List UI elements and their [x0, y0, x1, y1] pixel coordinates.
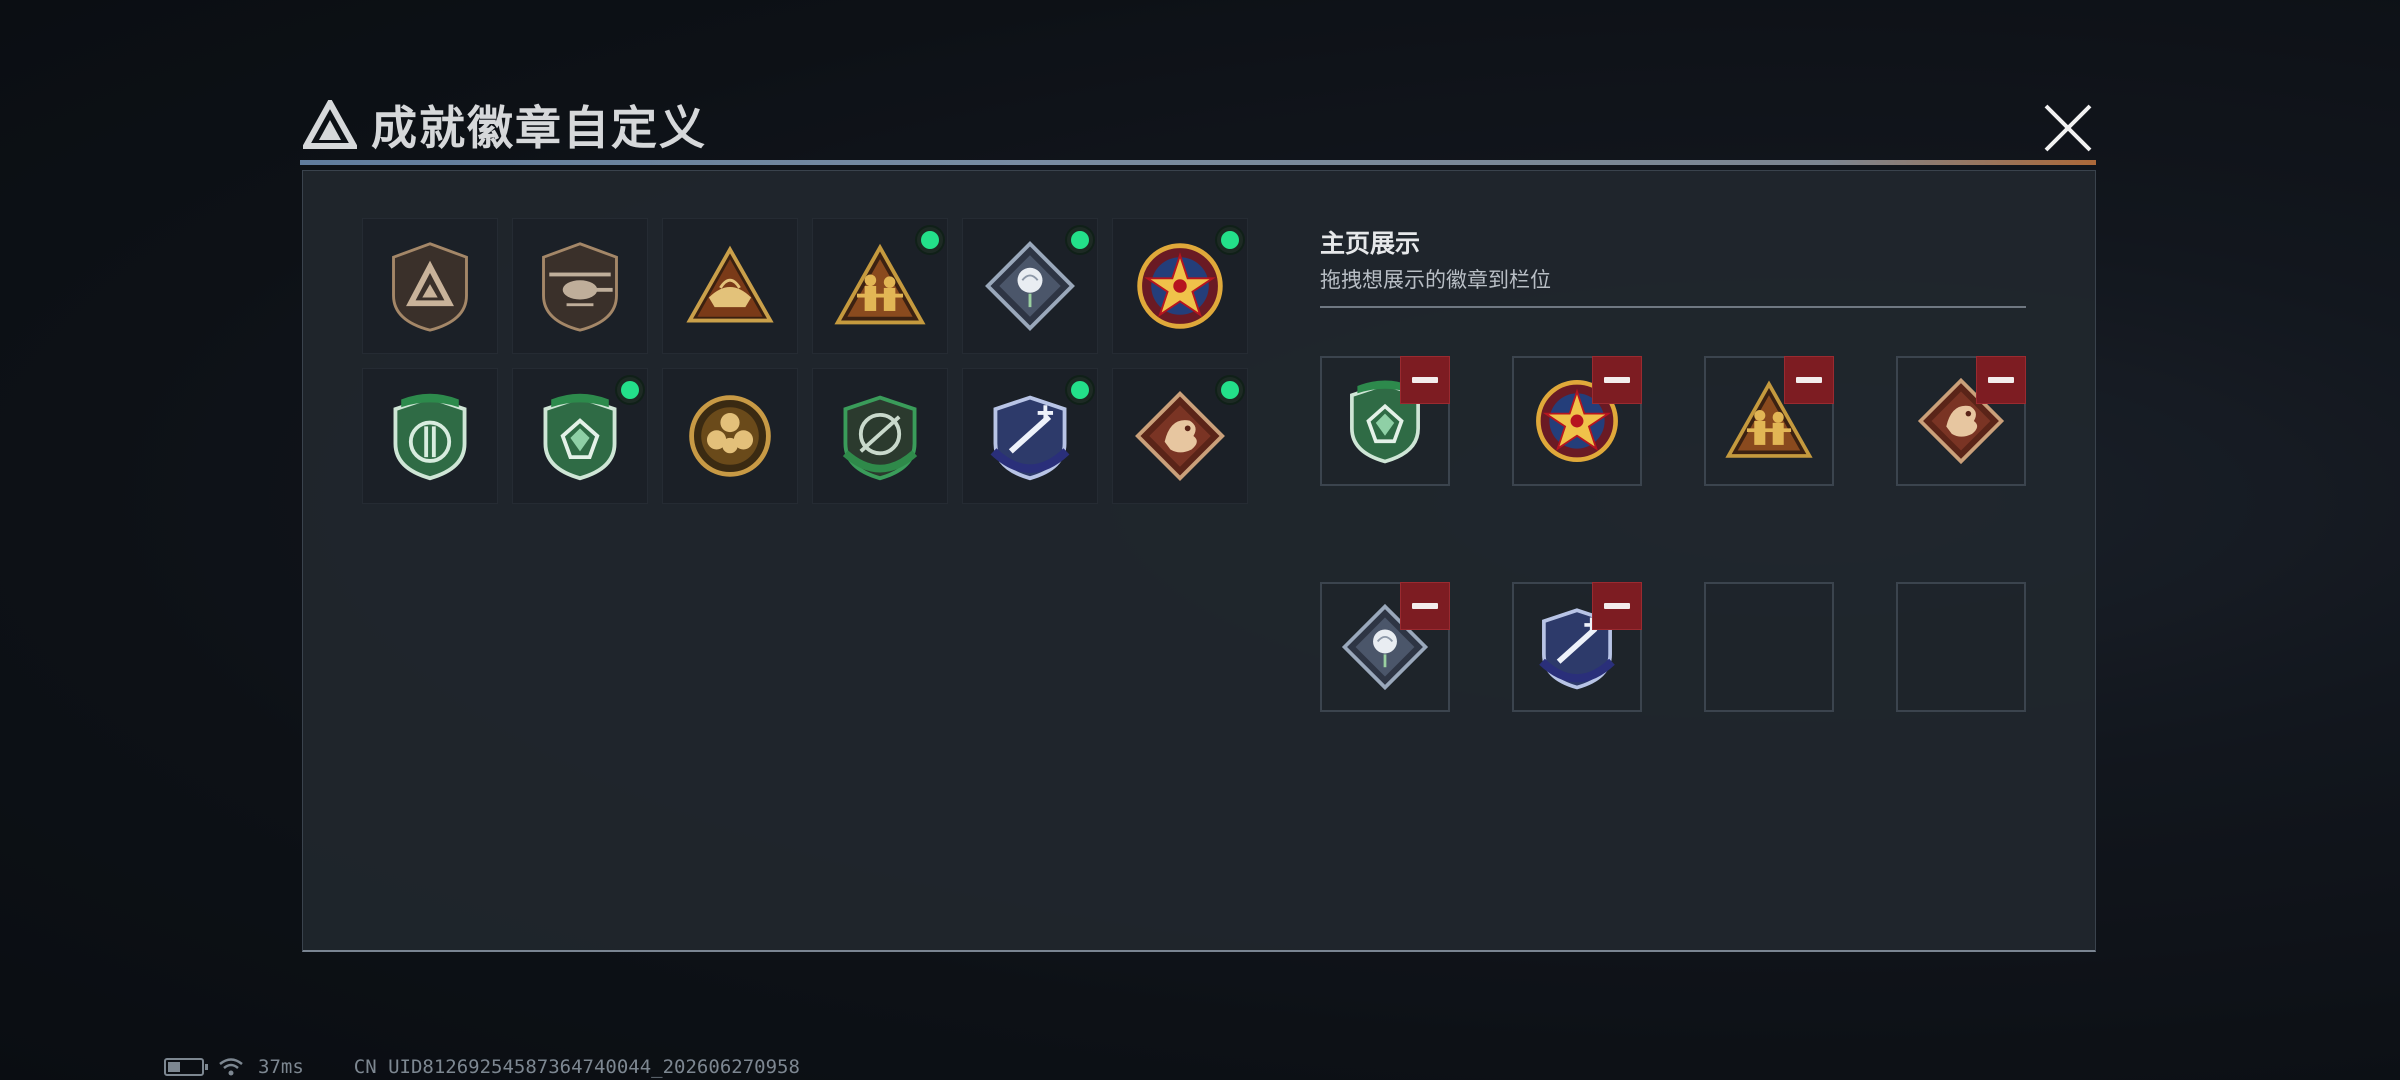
badge-cell[interactable] — [1112, 368, 1248, 504]
green-shield-gem-badge-icon — [543, 393, 617, 481]
equipped-indicator-dot — [917, 227, 943, 253]
ping-text: 37ms — [258, 1056, 304, 1078]
showcase-slot[interactable] — [1896, 356, 2026, 486]
badge-cell[interactable] — [812, 368, 948, 504]
header-divider — [300, 160, 2096, 165]
dragon-diamond-badge-icon — [1135, 391, 1225, 481]
minus-icon — [1604, 603, 1630, 609]
showcase-slot[interactable] — [1704, 356, 1834, 486]
uid-text: CN UID81269254587364740044_202606270958 — [353, 1056, 800, 1078]
badge-cell[interactable] — [962, 218, 1098, 354]
remove-badge-button[interactable] — [1400, 356, 1450, 404]
blue-blade-shield-badge-icon — [990, 395, 1070, 481]
badge-cell[interactable] — [662, 218, 798, 354]
badge-cell[interactable] — [962, 368, 1098, 504]
close-icon — [2044, 104, 2092, 152]
equipped-indicator-dot — [617, 377, 643, 403]
showcase-divider — [1320, 306, 2026, 308]
showcase-subtitle: 拖拽想展示的徽章到栏位 — [1320, 268, 1551, 292]
badge-cell[interactable] — [1112, 218, 1248, 354]
badge-cell[interactable] — [512, 218, 648, 354]
ship-triangle-badge-icon — [686, 245, 774, 323]
badge-cell[interactable] — [512, 368, 648, 504]
soldiers-triangle-badge-icon — [834, 243, 926, 325]
remove-badge-button[interactable] — [1400, 582, 1450, 630]
battery-icon — [164, 1058, 208, 1076]
modal-header: 成就徽章自定义 — [303, 95, 707, 155]
remove-badge-button[interactable] — [1784, 356, 1834, 404]
minus-icon — [1412, 603, 1438, 609]
star-emblem-badge-icon — [1137, 243, 1223, 329]
status-bar: 37ms CN UID81269254587364740044_20260627… — [164, 1056, 800, 1078]
minus-icon — [1604, 377, 1630, 383]
equipped-indicator-dot — [1067, 227, 1093, 253]
showcase-slot-grid — [1320, 356, 2026, 712]
showcase-slot[interactable] — [1512, 582, 1642, 712]
badge-library-grid — [362, 218, 1248, 504]
green-shield-sword-badge-icon — [393, 393, 467, 481]
minus-icon — [1412, 377, 1438, 383]
delta-shield-badge-icon — [392, 242, 468, 332]
badge-cell[interactable] — [812, 218, 948, 354]
showcase-slot[interactable] — [1320, 582, 1450, 712]
green-target-shield-badge-icon — [842, 395, 918, 481]
equipped-indicator-dot — [1217, 377, 1243, 403]
close-button[interactable] — [2040, 100, 2096, 156]
showcase-slot[interactable] — [1320, 356, 1450, 486]
rose-diamond-badge-icon — [985, 241, 1075, 331]
equipped-indicator-dot — [1067, 377, 1093, 403]
delta-logo-icon — [303, 100, 357, 149]
remove-badge-button[interactable] — [1592, 582, 1642, 630]
remove-badge-button[interactable] — [1976, 356, 2026, 404]
badge-cell[interactable] — [362, 218, 498, 354]
equipped-indicator-dot — [1217, 227, 1243, 253]
showcase-slot-empty[interactable] — [1896, 582, 2026, 712]
remove-badge-button[interactable] — [1592, 356, 1642, 404]
minus-icon — [1988, 377, 2014, 383]
showcase-slot[interactable] — [1512, 356, 1642, 486]
minus-icon — [1796, 377, 1822, 383]
modal-title: 成就徽章自定义 — [371, 101, 707, 155]
wifi-icon — [219, 1058, 243, 1076]
badge-cell[interactable] — [662, 368, 798, 504]
badge-cell[interactable] — [362, 368, 498, 504]
showcase-title: 主页展示 — [1320, 229, 1421, 258]
helicopter-shield-badge-icon — [542, 242, 618, 332]
gold-medallion-badge-icon — [689, 395, 771, 477]
showcase-slot-empty[interactable] — [1704, 582, 1834, 712]
